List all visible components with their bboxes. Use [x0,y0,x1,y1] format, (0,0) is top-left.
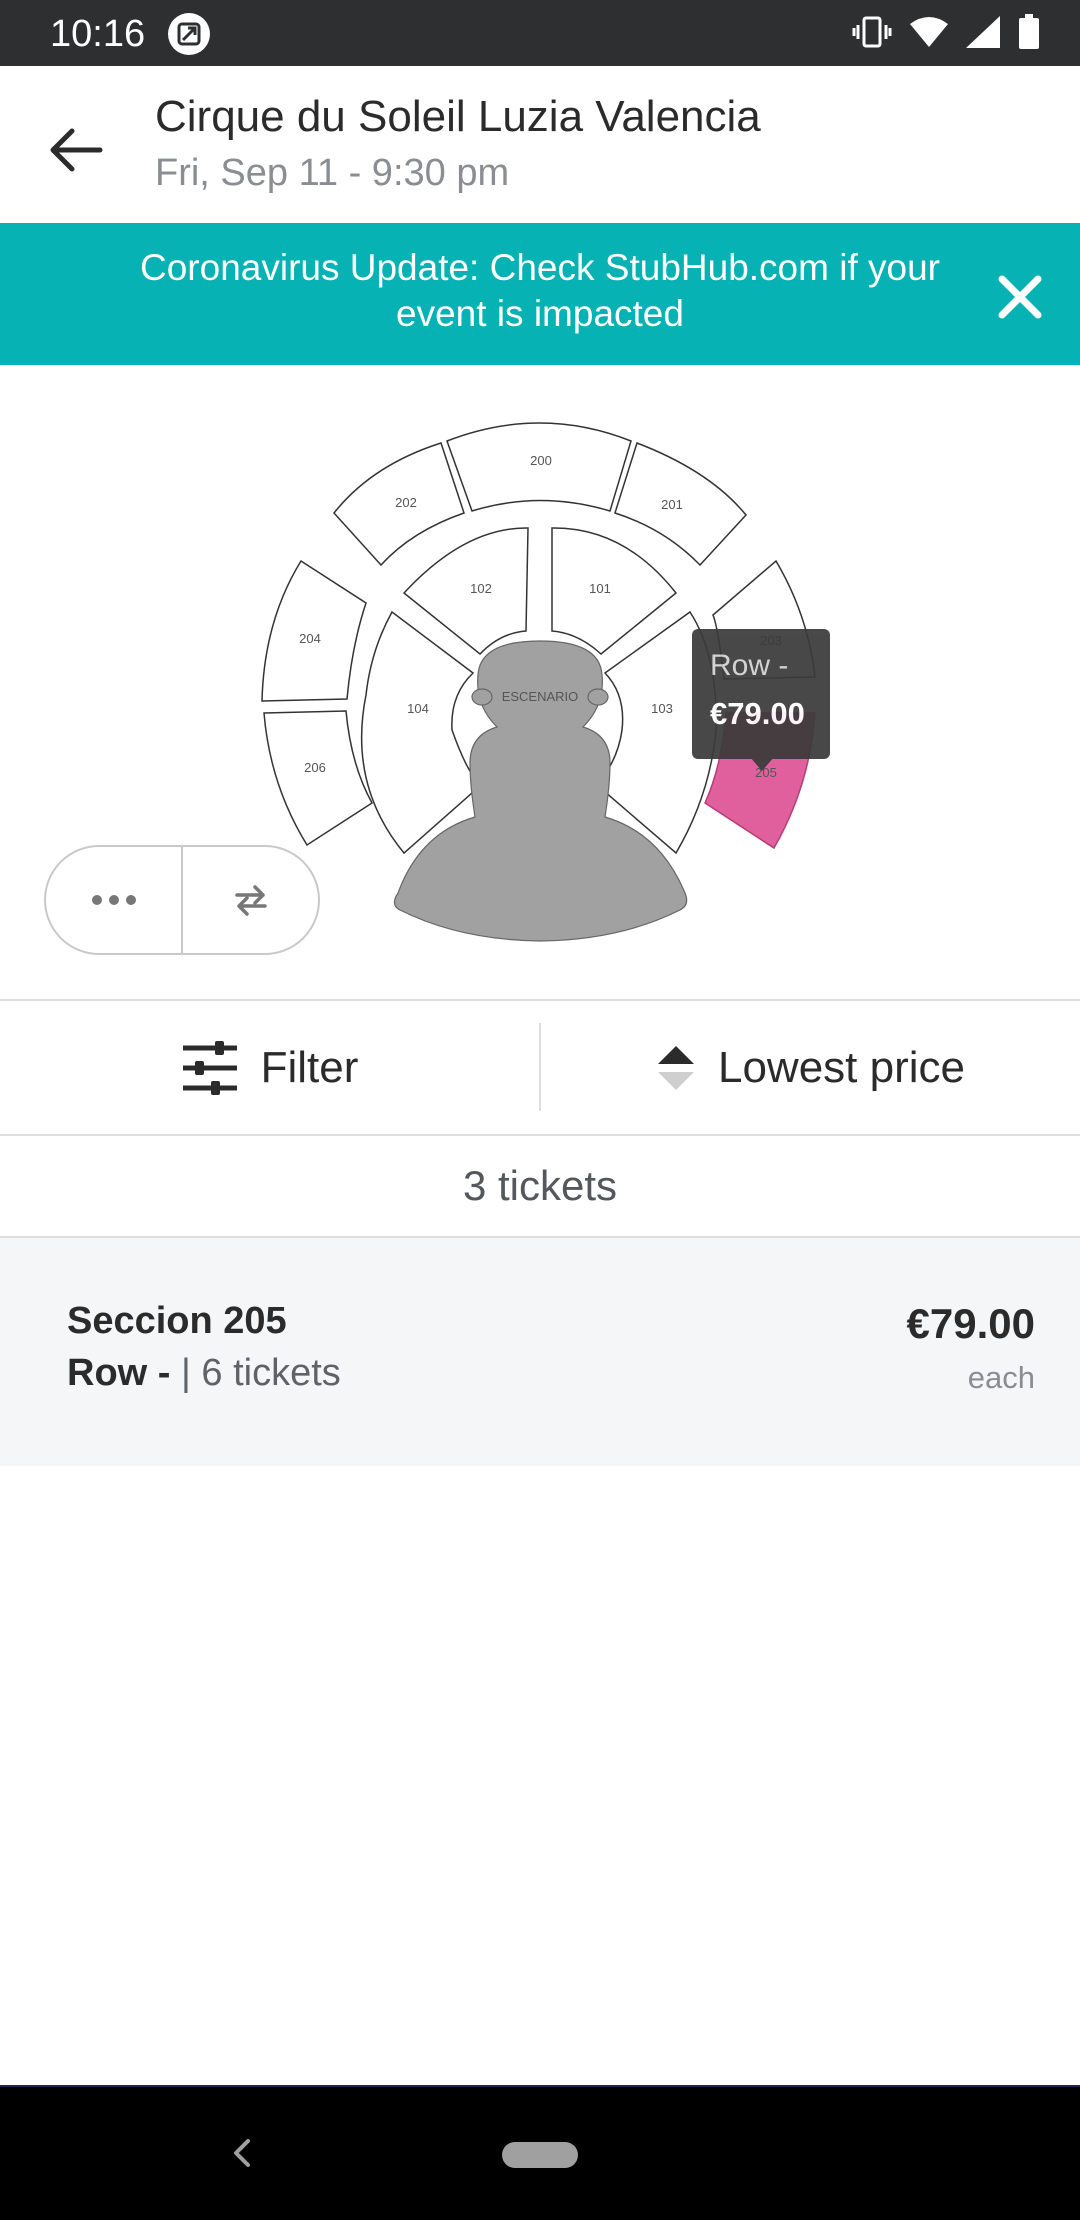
coronavirus-banner: Coronavirus Update: Check StubHub.com if… [0,223,1080,365]
listing-price: €79.00 [906,1300,1035,1347]
screenshot-icon [168,13,210,55]
sliders-icon [182,1040,237,1095]
section-label-103: 103 [651,701,673,716]
more-options-button[interactable] [46,847,181,953]
tooltip-arrow [750,757,774,771]
banner-text: Coronavirus Update: Check StubHub.com if… [140,247,940,334]
section-label-204: 204 [299,631,321,646]
sort-label: Lowest price [717,1042,965,1092]
listing-quantity: | 6 tickets [181,1352,341,1394]
filter-label: Filter [260,1042,359,1092]
wifi-icon [910,16,948,53]
section-label-101: 101 [589,581,611,596]
system-nav-bar [0,2085,1080,2220]
swap-view-button[interactable] [181,847,318,953]
section-206[interactable] [263,710,373,847]
vibrate-icon [852,15,892,54]
section-label-202: 202 [395,495,417,510]
more-horizontal-icon [91,895,136,905]
nav-back-button[interactable] [222,2133,262,2173]
back-button[interactable] [40,114,112,186]
section-label-102: 102 [470,581,492,596]
listing-price-unit: each [967,1360,1035,1395]
section-label-206: 206 [304,760,326,775]
close-icon [998,275,1042,319]
filter-sort-toolbar: Filter Lowest price [0,999,1080,1136]
seat-map-area: ESCENARIO 200 201 202 203 204 205 206 10… [0,365,1080,999]
section-price-tooltip: Row - €79.00 [692,629,830,771]
status-time: 10:16 [50,13,146,55]
section-label-stage: ESCENARIO [502,689,579,704]
section-label-104: 104 [407,701,429,716]
listing-item[interactable]: Seccion 205 Row - | 6 tickets €79.00 eac… [0,1238,1080,1466]
banner-close-button[interactable] [990,267,1050,327]
signal-icon [966,15,1000,53]
section-104[interactable] [360,610,483,855]
listing-row-info: Row - | 6 tickets [67,1352,341,1395]
home-pill-icon[interactable] [502,2142,578,2168]
listing-row: Row - [67,1352,171,1394]
status-bar: 10:16 [0,0,1080,66]
section-label-201: 201 [661,497,683,512]
ticket-count: 3 tickets [0,1136,1080,1238]
map-controls [44,845,320,955]
sort-icon [657,1045,694,1090]
event-header: Cirque du Soleil Luzia Valencia Fri, Sep… [0,66,1080,223]
event-date: Fri, Sep 11 - 9:30 pm [155,152,510,194]
nav-back-icon [234,2139,250,2167]
battery-icon [1018,13,1040,55]
listing-section: Seccion 205 [67,1300,287,1342]
arrow-left-icon [50,128,103,172]
sort-button[interactable]: Lowest price [541,1001,1080,1134]
tooltip-row: Row - [710,649,789,682]
tooltip-price: €79.00 [710,696,805,731]
section-label-200: 200 [530,453,552,468]
swap-arrows-icon [234,885,267,916]
event-title: Cirque du Soleil Luzia Valencia [155,92,761,141]
filter-button[interactable]: Filter [0,1001,539,1134]
